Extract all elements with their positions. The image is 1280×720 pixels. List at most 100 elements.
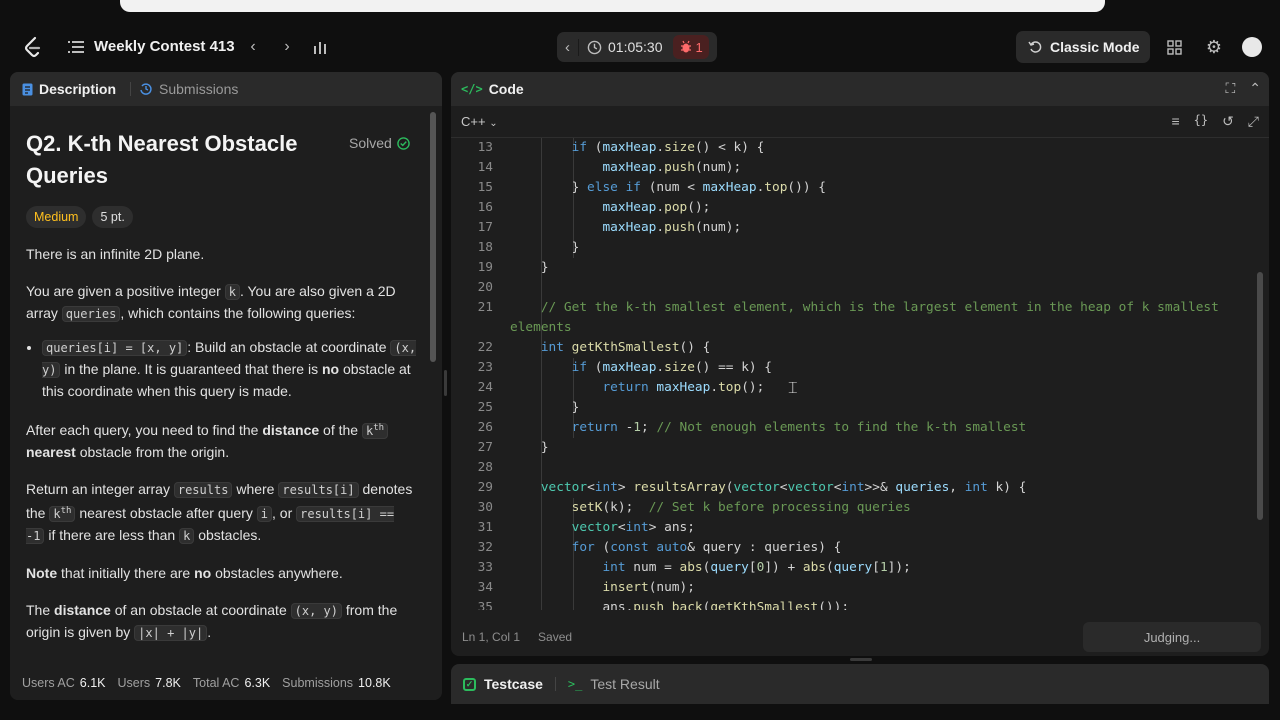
- contest-title[interactable]: Weekly Contest 413: [94, 38, 235, 55]
- code-line: 31 vector<int> ans;: [477, 520, 695, 535]
- terminal-icon: >_: [567, 677, 583, 691]
- code-brackets-icon: </>: [461, 82, 483, 96]
- collapse-chevron-icon[interactable]: ⌃: [1249, 80, 1261, 97]
- code-line: 19 }: [477, 260, 549, 275]
- classic-mode-label: Classic Mode: [1050, 39, 1140, 55]
- bug-icon: [680, 40, 691, 53]
- code-line: 34 insert(num);: [477, 580, 695, 595]
- solved-label: Solved: [349, 135, 392, 151]
- code-line: 21 // Get the k-th smallest element, whi…: [477, 300, 1219, 315]
- tab-submissions[interactable]: Submissions: [139, 81, 252, 97]
- editor-tools: ≡ {} ↺ ⤢: [1171, 113, 1259, 130]
- stat-label: Total AC: [192, 676, 240, 690]
- paragraph-return: Return an integer array results where re…: [26, 481, 413, 544]
- panel-resize-handle[interactable]: [444, 370, 447, 396]
- difficulty-badge: Medium: [26, 206, 87, 228]
- panel-resize-handle-horizontal[interactable]: [850, 658, 872, 661]
- paragraph-input: You are given a positive integer k. You …: [26, 283, 396, 322]
- chevron-down-icon: ⌄: [489, 118, 498, 129]
- revert-icon: [1028, 41, 1042, 53]
- code-line: 23 if (maxHeap.size() == k) {: [477, 360, 773, 375]
- prev-problem-icon[interactable]: ‹: [244, 37, 262, 57]
- text-cursor-icon: ⌶: [788, 380, 798, 397]
- browser-address-bar: [120, 0, 1105, 12]
- timer-value: 01:05:30: [608, 39, 663, 55]
- paragraph-distance: The distance of an obstacle at coordinat…: [26, 602, 398, 641]
- code-line: 22 int getKthSmallest() {: [477, 340, 711, 355]
- code-queries: queries: [61, 306, 121, 322]
- code-k: k: [224, 284, 240, 300]
- paragraph-task: After each query, you need to find the d…: [26, 418, 418, 463]
- checkbox-icon: ✓: [463, 677, 476, 691]
- code-header: </> Code: [451, 72, 1269, 106]
- code-line: 27 }: [477, 440, 549, 455]
- description-panel: Description Submissions Q2. K-th Nearest…: [10, 72, 442, 700]
- code-header-actions: ⛶ ⌃: [1225, 80, 1261, 97]
- code-line: 18 }: [477, 240, 580, 255]
- stat-value: 6.3K: [244, 676, 271, 690]
- language-toolbar: C++ ⌄ ≡ {} ↺ ⤢: [451, 106, 1269, 138]
- tab-testcase[interactable]: Testcase: [484, 676, 543, 692]
- code-header-label: Code: [488, 81, 524, 97]
- timer-collapse-icon[interactable]: ‹: [557, 38, 579, 56]
- query-list: queries[i] = [x, y]: Build an obstacle a…: [26, 337, 418, 402]
- format-lines-icon[interactable]: ≡: [1171, 113, 1179, 130]
- problem-list-icon[interactable]: [66, 37, 86, 57]
- cursor-position: Ln 1, Col 1: [462, 630, 521, 644]
- code-line: 26 return -1; // Not enough elements to …: [477, 420, 1027, 435]
- timer-group: ‹ 01:05:30 1: [557, 32, 717, 62]
- language-select[interactable]: C++ ⌄: [461, 114, 498, 129]
- bug-report-badge[interactable]: 1: [672, 35, 709, 59]
- expand-icon[interactable]: ⤢: [1248, 113, 1259, 130]
- code-line: 24 return maxHeap.top();: [477, 380, 765, 395]
- tab-description[interactable]: Description: [22, 81, 130, 97]
- reset-code-icon[interactable]: ↺: [1222, 113, 1234, 130]
- tab-description-label: Description: [39, 81, 117, 97]
- description-scrollbar[interactable]: [430, 112, 436, 362]
- code-line: 33 int num = abs(query[0]) + abs(query[1…: [477, 560, 911, 575]
- paragraph-intro: There is an infinite 2D plane.: [26, 246, 205, 262]
- code-line: 29 vector<int> resultsArray(vector<vecto…: [477, 480, 1027, 495]
- classic-mode-button[interactable]: Classic Mode: [1016, 31, 1150, 63]
- next-problem-icon[interactable]: ›: [278, 37, 296, 57]
- code-line: 20: [477, 280, 493, 295]
- document-icon: [22, 83, 33, 95]
- stats-bar-icon[interactable]: [310, 37, 330, 57]
- bug-count: 1: [695, 39, 703, 55]
- user-avatar[interactable]: [1242, 37, 1262, 57]
- tab-separator: [554, 677, 556, 691]
- settings-gear-icon[interactable]: ⚙: [1204, 37, 1224, 57]
- editor-status: Ln 1, Col 1 Saved: [462, 630, 572, 644]
- top-nav: Weekly Contest 413 ‹ › ‹ 01:05:30 1 Clas…: [0, 22, 1280, 72]
- judging-button[interactable]: Judging...: [1083, 622, 1261, 652]
- code-line: 14 maxHeap.push(num);: [477, 160, 742, 175]
- solved-status: Solved: [349, 135, 410, 151]
- braces-icon[interactable]: {}: [1194, 113, 1208, 130]
- check-circle-icon: [397, 136, 410, 150]
- stat-label: Users AC: [22, 676, 75, 690]
- code-line: 16 maxHeap.pop();: [477, 200, 711, 215]
- tab-separator: [130, 82, 132, 96]
- fullscreen-icon[interactable]: ⛶: [1225, 80, 1235, 97]
- contest-stats: Users AC 6.1K Users 7.8K Total AC 6.3K Subm…: [10, 666, 442, 700]
- code-line: 13 if (maxHeap.size() < k) {: [477, 140, 765, 155]
- leetcode-logo-icon[interactable]: [22, 36, 44, 58]
- stat-value: 10.8K: [358, 676, 391, 690]
- browser-strip: [0, 0, 1280, 22]
- tab-submissions-label: Submissions: [159, 81, 239, 97]
- code-line: 28: [477, 460, 493, 475]
- code-line: 15 } else if (num < maxHeap.top()) {: [477, 180, 826, 195]
- stat-value: 7.8K: [155, 676, 181, 690]
- description-content: Q2. K-th Nearest Obstacle Queries Solved…: [26, 128, 418, 644]
- code-line-wrap: elements: [510, 320, 572, 335]
- code-editor[interactable]: 13 if (maxHeap.size() < k) { 14 maxHeap.…: [451, 138, 1269, 610]
- save-status: Saved: [538, 630, 573, 644]
- stat-value: 6.1K: [79, 676, 106, 690]
- code-panel: </> Code ⛶ ⌃ C++ ⌄ ≡ {} ↺ ⤢ 13 if (maxHe…: [451, 72, 1269, 656]
- stat-label: Submissions: [282, 676, 354, 690]
- tab-test-result[interactable]: Test Result: [590, 676, 659, 692]
- editor-scrollbar[interactable]: [1257, 272, 1263, 520]
- contest-timer[interactable]: 01:05:30: [587, 39, 663, 55]
- layout-grid-icon[interactable]: [1164, 37, 1184, 57]
- code-line: 35 ans.push_back(getKthSmallest());: [477, 600, 850, 610]
